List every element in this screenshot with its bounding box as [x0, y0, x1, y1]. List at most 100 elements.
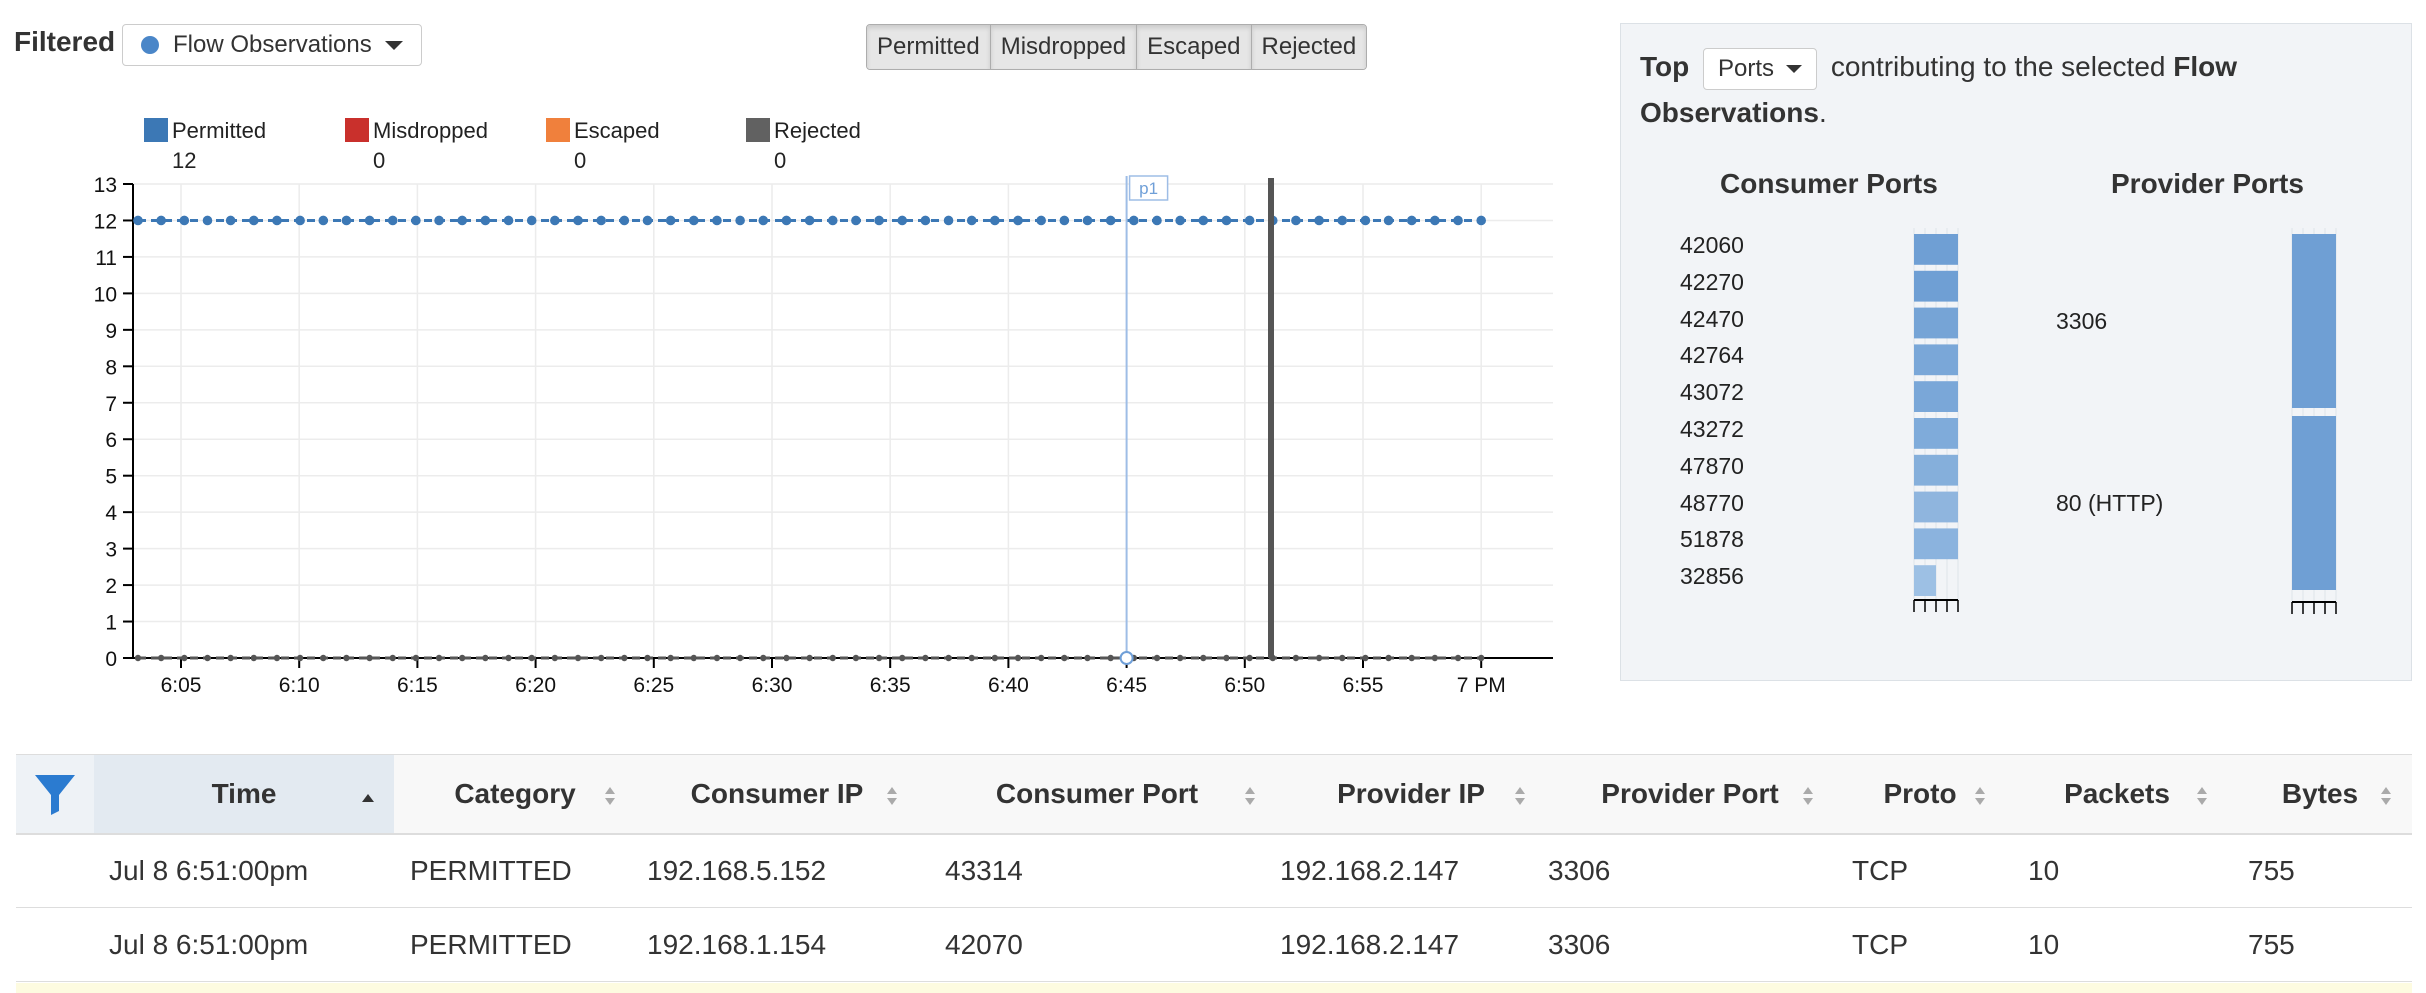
column-header-provider-port[interactable]: Provider Port — [1546, 755, 1834, 833]
column-header-packets[interactable]: Packets — [2006, 755, 2228, 833]
y-tick-label: 9 — [105, 320, 117, 343]
series-point-permitted — [295, 215, 305, 226]
series-point-rejected — [320, 654, 327, 662]
series-point-permitted — [642, 215, 653, 226]
series-point-rejected — [783, 654, 790, 662]
cell-proto: TCP — [1852, 929, 1908, 960]
x-tick-label: 6:25 — [633, 674, 674, 697]
marker-label: p1 — [1139, 179, 1158, 198]
cell-provider-ip: 192.168.2.147 — [1280, 929, 1460, 960]
top-dimension-dropdown[interactable]: Ports — [1703, 47, 1818, 90]
column-header-time[interactable]: Time — [94, 755, 394, 833]
cell-provider-port: 3306 — [1548, 855, 1611, 886]
series-point-rejected — [528, 654, 535, 662]
consumer-port-bar — [1914, 344, 1958, 376]
column-header-bytes[interactable]: Bytes — [2228, 755, 2412, 833]
series-point-permitted — [1314, 215, 1324, 226]
series-point-permitted — [272, 215, 282, 226]
flow-timeline-chart[interactable]: 0123456789101112136:05 6:10 6:15 6:20 6:25 6:… — [0, 0, 1600, 710]
y-tick-label: 12 — [94, 210, 117, 233]
series-point-permitted — [735, 215, 745, 226]
series-point-rejected — [1061, 654, 1068, 662]
series-point-rejected — [505, 654, 512, 662]
series-point-permitted — [503, 215, 514, 226]
cell-consumer-port: 43314 — [945, 855, 1023, 886]
series-point-rejected — [204, 654, 211, 662]
series-point-rejected — [574, 654, 582, 662]
series-point-permitted — [133, 215, 143, 226]
series-point-rejected — [760, 654, 767, 662]
series-point-permitted — [781, 215, 792, 226]
cell-bytes: 755 — [2248, 855, 2295, 886]
x-tick-label: 6:45 — [1106, 674, 1147, 697]
x-tick-label: 6:50 — [1224, 674, 1265, 697]
consumer-ports-title: Consumer Ports — [1720, 168, 1938, 199]
series-point-permitted — [364, 215, 375, 226]
series-point-rejected — [366, 654, 373, 662]
highlighted-row[interactable] — [16, 983, 2412, 993]
y-tick-label: 1 — [105, 612, 117, 635]
series-point-permitted — [1337, 215, 1348, 226]
consumer-port-bar — [1914, 307, 1958, 339]
column-header-provider-ip[interactable]: Provider IP — [1276, 755, 1546, 833]
column-header-consumer-port[interactable]: Consumer Port — [918, 755, 1276, 833]
filter-toggle-button[interactable] — [16, 755, 94, 833]
series-point-rejected — [1315, 654, 1323, 662]
series-point-permitted — [480, 215, 491, 226]
series-point-permitted — [318, 215, 329, 226]
top-contributors-heading: Top Ports contributing to the selected F… — [1640, 44, 2400, 136]
series-point-rejected — [412, 654, 420, 662]
cell-packets: 10 — [2028, 929, 2060, 960]
series-point-permitted — [179, 215, 190, 226]
cell-consumer-port: 42070 — [945, 929, 1023, 960]
series-point-rejected — [852, 654, 860, 662]
series-point-permitted — [1036, 215, 1046, 226]
series-point-permitted — [1430, 215, 1440, 226]
cell-time: Jul 8 6:51:00pm — [109, 855, 309, 886]
series-point-rejected — [644, 654, 651, 662]
consumer-port-bar — [1914, 381, 1958, 412]
series-point-rejected — [829, 654, 836, 662]
consumer-port-bar — [1914, 418, 1958, 449]
x-tick-label: 6:20 — [515, 674, 556, 697]
column-header-proto[interactable]: Proto — [1834, 755, 2006, 833]
series-point-permitted — [874, 215, 884, 226]
series-point-rejected — [1200, 654, 1207, 662]
series-point-rejected — [250, 654, 257, 662]
sort-icon — [2194, 783, 2210, 815]
x-tick-label: 6:35 — [870, 674, 911, 697]
series-point-permitted — [225, 215, 236, 226]
series-point-permitted — [943, 215, 954, 226]
series-point-permitted — [1105, 215, 1116, 226]
table-row[interactable]: Jul 8 6:51:00pm PERMITTED 192.168.5.152 433… — [16, 835, 2412, 908]
series-point-rejected — [181, 654, 188, 662]
cell-bytes: 755 — [2248, 929, 2295, 960]
series-point-rejected — [945, 654, 952, 662]
series-point-rejected — [667, 654, 674, 662]
series-point-rejected — [1385, 654, 1392, 662]
cell-category: PERMITTED — [410, 855, 572, 886]
current-time-bar — [1268, 178, 1274, 658]
series-point-permitted — [573, 215, 583, 226]
series-point-rejected — [690, 654, 698, 662]
y-tick-label: 10 — [94, 283, 117, 306]
x-tick-label: 6:10 — [279, 674, 320, 697]
series-point-rejected — [389, 654, 396, 662]
table-row[interactable]: Jul 8 6:51:00pm PERMITTED 192.168.1.154 420… — [16, 909, 2412, 982]
series-point-permitted — [156, 215, 166, 226]
series-point-permitted — [1198, 215, 1209, 226]
series-point-permitted — [920, 215, 931, 226]
series-point-rejected — [1223, 654, 1230, 662]
consumer-port-bar — [1914, 565, 1936, 596]
series-point-permitted — [248, 215, 259, 226]
y-tick-label: 5 — [105, 466, 117, 489]
y-tick-label: 8 — [105, 356, 117, 379]
column-header-consumer-ip[interactable]: Consumer IP — [636, 755, 918, 833]
series-point-rejected — [1292, 654, 1300, 662]
consumer-port-bar — [1914, 528, 1958, 560]
column-header-category[interactable]: Category — [394, 755, 636, 833]
series-point-rejected — [1478, 654, 1485, 662]
series-point-permitted — [387, 215, 398, 226]
series-point-rejected — [922, 654, 929, 662]
y-tick-label: 3 — [105, 539, 117, 562]
